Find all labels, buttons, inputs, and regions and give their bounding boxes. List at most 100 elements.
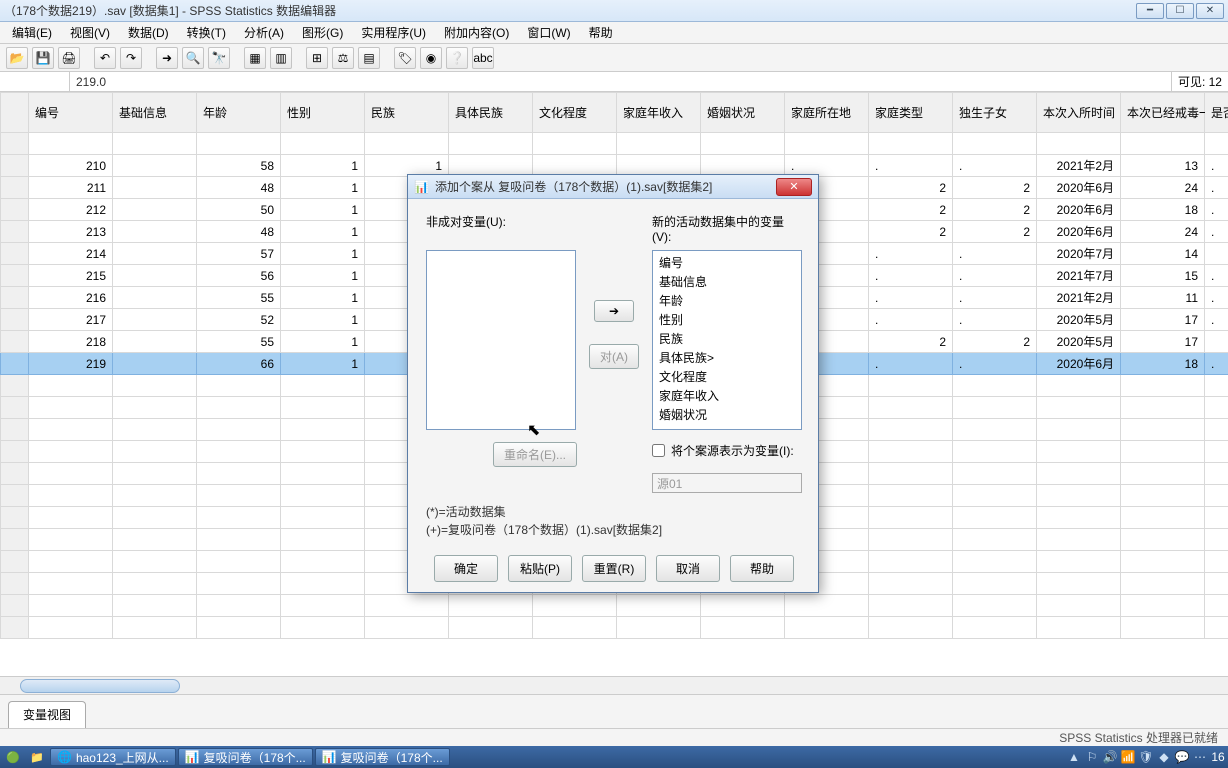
cell[interactable]	[869, 595, 953, 617]
cell[interactable]	[29, 133, 113, 155]
value-labels-icon[interactable]: 🏷	[394, 47, 416, 69]
cell[interactable]	[1121, 573, 1205, 595]
cell[interactable]	[113, 573, 197, 595]
list-item[interactable]: 基础信息	[655, 272, 799, 291]
cell[interactable]	[1037, 595, 1121, 617]
row-header[interactable]	[1, 331, 29, 353]
cell[interactable]	[281, 529, 365, 551]
cell[interactable]	[197, 397, 281, 419]
cell[interactable]	[1121, 595, 1205, 617]
cell[interactable]: .	[1205, 265, 1228, 287]
cell[interactable]	[953, 463, 1037, 485]
cell[interactable]: 1	[281, 265, 365, 287]
cell[interactable]: 11	[1121, 287, 1205, 309]
use-sets-icon[interactable]: ◉	[420, 47, 442, 69]
cell[interactable]: 1	[281, 309, 365, 331]
cell[interactable]: 2021年2月	[1037, 155, 1121, 177]
row-header[interactable]	[1, 287, 29, 309]
cell[interactable]	[953, 551, 1037, 573]
column-header[interactable]: 婚姻状况	[701, 93, 785, 133]
cell[interactable]	[113, 265, 197, 287]
taskbar-spss1[interactable]: 📊复吸问卷（178个...	[178, 748, 313, 766]
cell[interactable]: 2020年6月	[1037, 353, 1121, 375]
maximize-button[interactable]: ☐	[1166, 3, 1194, 19]
cell[interactable]	[113, 617, 197, 639]
cell[interactable]	[197, 133, 281, 155]
row-header[interactable]	[1, 133, 29, 155]
row-header[interactable]	[1, 375, 29, 397]
cell[interactable]: 2020年5月	[1037, 331, 1121, 353]
cell[interactable]	[869, 419, 953, 441]
cell[interactable]	[1037, 441, 1121, 463]
variable-view-tab[interactable]: 变量视图	[8, 701, 86, 728]
cell[interactable]	[953, 529, 1037, 551]
binoculars-icon[interactable]: 🔭	[208, 47, 230, 69]
cell[interactable]	[1121, 507, 1205, 529]
cell[interactable]	[1205, 551, 1228, 573]
cell[interactable]: 219	[29, 353, 113, 375]
cell[interactable]	[281, 595, 365, 617]
cell[interactable]	[953, 595, 1037, 617]
list-item[interactable]: 民族	[655, 329, 799, 348]
cell[interactable]	[1205, 419, 1228, 441]
cell[interactable]	[953, 419, 1037, 441]
cell[interactable]	[449, 595, 533, 617]
tray-more-icon[interactable]: ⋯	[1192, 749, 1208, 765]
cell[interactable]	[113, 441, 197, 463]
row-header[interactable]	[1, 265, 29, 287]
row-header[interactable]	[1, 243, 29, 265]
cell[interactable]	[449, 617, 533, 639]
cell[interactable]	[29, 419, 113, 441]
cell[interactable]: 2	[953, 177, 1037, 199]
cell[interactable]	[113, 397, 197, 419]
cell[interactable]: 55	[197, 331, 281, 353]
cell[interactable]: 1	[1205, 331, 1228, 353]
scrollbar-thumb[interactable]	[20, 679, 180, 693]
column-header[interactable]: 本次已经戒毒一月	[1121, 93, 1205, 133]
cell[interactable]: 1	[281, 221, 365, 243]
cell[interactable]	[869, 463, 953, 485]
cancel-button[interactable]: 取消	[656, 555, 720, 582]
cell[interactable]: 2	[869, 177, 953, 199]
cell[interactable]	[1205, 485, 1228, 507]
cell[interactable]	[29, 441, 113, 463]
column-header[interactable]: 编号	[29, 93, 113, 133]
cell[interactable]: 2021年2月	[1037, 287, 1121, 309]
paste-button[interactable]: 粘贴(P)	[508, 555, 572, 582]
list-item[interactable]: 具体民族>	[655, 348, 799, 367]
cell[interactable]: .	[869, 287, 953, 309]
cell[interactable]: .	[953, 243, 1037, 265]
cell[interactable]	[869, 573, 953, 595]
column-header[interactable]: 基础信息	[113, 93, 197, 133]
cell[interactable]	[29, 595, 113, 617]
cell[interactable]	[113, 595, 197, 617]
help-icon[interactable]: ❔	[446, 47, 468, 69]
weight-icon[interactable]: ⚖	[332, 47, 354, 69]
cell[interactable]	[197, 419, 281, 441]
cell[interactable]	[1205, 397, 1228, 419]
cell[interactable]: .	[869, 353, 953, 375]
cell[interactable]	[113, 419, 197, 441]
cell[interactable]: 50	[197, 199, 281, 221]
list-item[interactable]: 年龄	[655, 291, 799, 310]
spellcheck-icon[interactable]: abc	[472, 47, 494, 69]
cell[interactable]: .	[953, 155, 1037, 177]
cell[interactable]: 217	[29, 309, 113, 331]
cell[interactable]	[1121, 617, 1205, 639]
row-header[interactable]	[1, 419, 29, 441]
reset-button[interactable]: 重置(R)	[582, 555, 646, 582]
cell[interactable]: 24	[1121, 177, 1205, 199]
cell[interactable]	[1037, 463, 1121, 485]
cell[interactable]: 210	[29, 155, 113, 177]
cell[interactable]	[113, 353, 197, 375]
row-header[interactable]	[1, 551, 29, 573]
menu-edit[interactable]: 编辑(E)	[4, 22, 60, 43]
cell[interactable]	[701, 595, 785, 617]
cell[interactable]	[1205, 463, 1228, 485]
list-item[interactable]: 家庭年收入	[655, 386, 799, 405]
menu-graphs[interactable]: 图形(G)	[294, 22, 351, 43]
cell[interactable]	[1121, 397, 1205, 419]
row-header[interactable]	[1, 463, 29, 485]
cell[interactable]: 2020年6月	[1037, 177, 1121, 199]
cell[interactable]	[1121, 485, 1205, 507]
